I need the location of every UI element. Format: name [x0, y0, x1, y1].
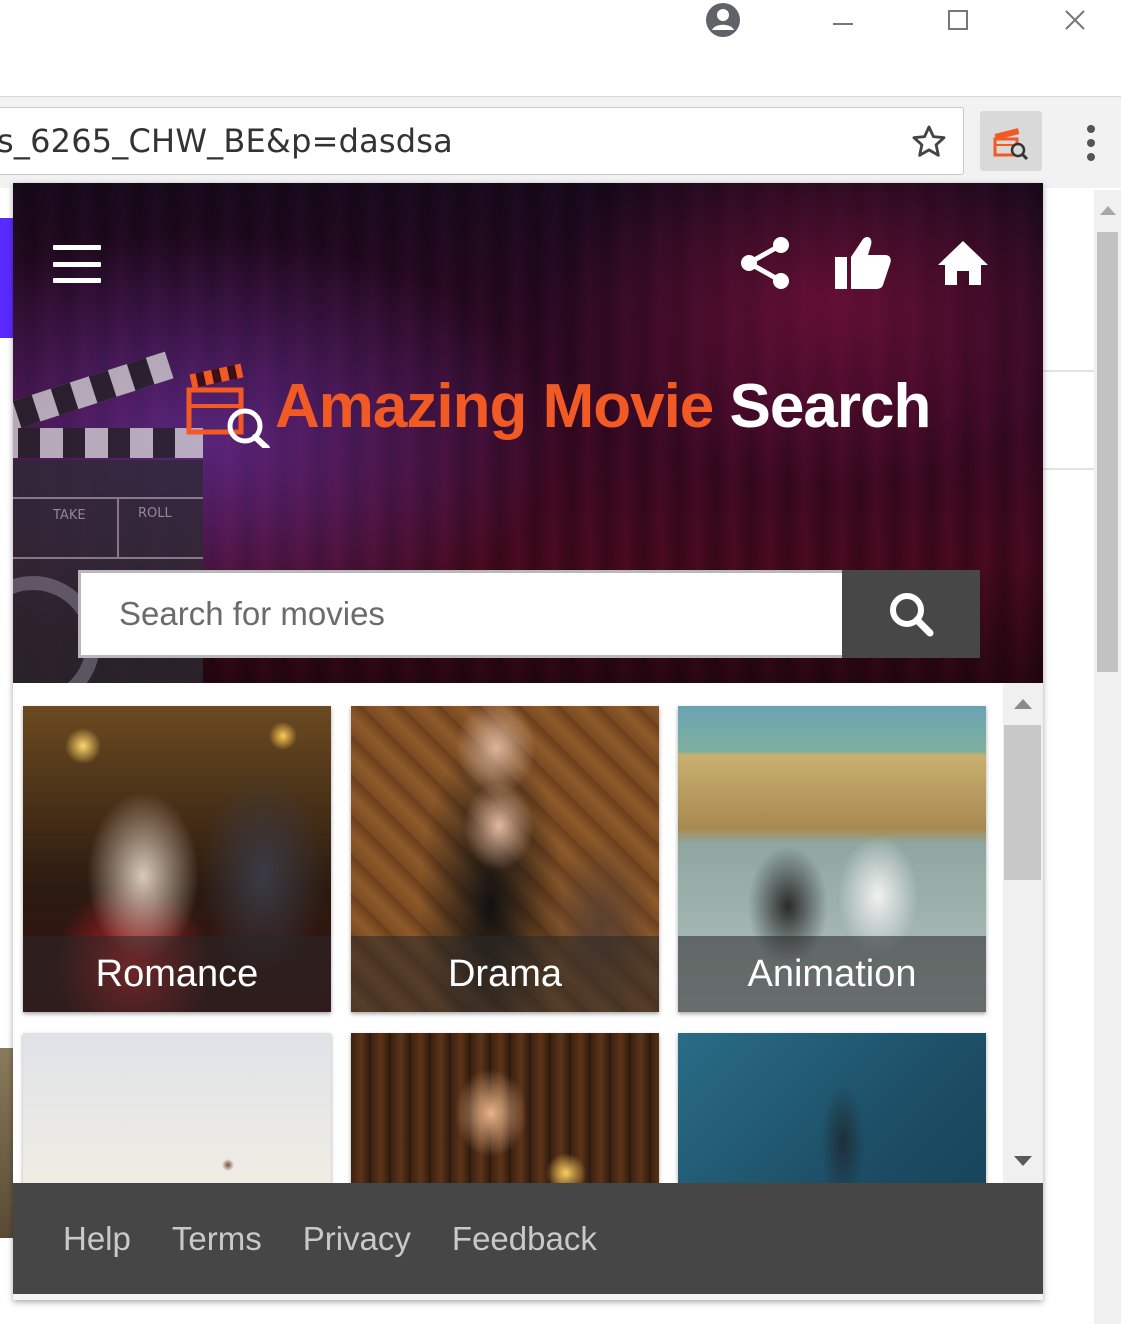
popup-footer: Help Terms Privacy Feedback [13, 1183, 1043, 1294]
divider [1043, 370, 1095, 372]
hamburger-icon[interactable] [53, 245, 101, 283]
genre-tile[interactable] [678, 1033, 986, 1183]
genre-label-bar: Animation [678, 936, 986, 1012]
popup-header: TAKE ROLL Amazing Movie Search Search fo… [13, 183, 1043, 683]
brand-title-part2: Search [729, 372, 932, 441]
star-icon[interactable] [907, 120, 951, 164]
address-bar[interactable]: s_6265_CHW_BE&p=dasdsa [0, 107, 964, 175]
extension-popup: TAKE ROLL Amazing Movie Search Search fo… [13, 183, 1043, 1300]
scrollbar-thumb[interactable] [1097, 232, 1118, 672]
genre-label: Drama [447, 952, 563, 995]
browser-toolbar: s_6265_CHW_BE&p=dasdsa [0, 96, 1121, 188]
search-button[interactable] [842, 570, 980, 658]
genre-tile-drama[interactable]: Drama [351, 706, 659, 1012]
genre-tile-romance[interactable]: Romance [23, 706, 331, 1012]
svg-text:ROLL: ROLL [138, 506, 173, 521]
home-icon[interactable] [933, 233, 993, 293]
close-icon[interactable] [1055, 0, 1095, 40]
underlying-page-fragment [0, 218, 14, 338]
movie-search-extension-button[interactable] [980, 111, 1042, 171]
movie-search-icon [993, 128, 1029, 161]
scroll-up-icon[interactable] [1014, 699, 1032, 709]
svg-text:TAKE: TAKE [52, 508, 86, 523]
search-input[interactable] [78, 570, 842, 658]
genre-label-bar: Romance [23, 936, 331, 1012]
genre-tile-animation[interactable]: Animation [678, 706, 986, 1012]
scrollbar-thumb[interactable] [1004, 725, 1041, 880]
more-vert-icon[interactable] [1072, 115, 1110, 171]
window-titlebar [0, 0, 1121, 96]
genre-tile[interactable] [23, 1033, 331, 1183]
search-icon [890, 593, 934, 637]
divider [1043, 468, 1095, 470]
movie-search-logo-icon [186, 363, 270, 448]
genre-label-bar: Drama [351, 936, 659, 1012]
footer-link-help[interactable]: Help [63, 1220, 131, 1258]
url-text[interactable]: s_6265_CHW_BE&p=dasdsa [0, 122, 453, 160]
maximize-icon[interactable] [938, 0, 978, 40]
footer-link-terms[interactable]: Terms [172, 1220, 262, 1258]
profile-icon[interactable] [703, 0, 743, 40]
genre-label: Animation [747, 952, 917, 995]
scroll-up-icon[interactable] [1100, 206, 1116, 215]
genre-tile[interactable] [351, 1033, 659, 1183]
thumbs-up-icon[interactable] [833, 233, 893, 293]
scroll-down-icon[interactable] [1014, 1156, 1032, 1166]
underlying-page-image [0, 1048, 13, 1238]
genre-grid-scrollbar[interactable] [1003, 683, 1043, 1183]
popup-bottom-edge [13, 1294, 1043, 1300]
footer-link-privacy[interactable]: Privacy [303, 1220, 411, 1258]
share-icon[interactable] [735, 233, 795, 293]
brand-title-part1: Amazing Movie [275, 372, 714, 441]
movie-search-bar [78, 570, 980, 658]
minimize-icon[interactable] [823, 0, 863, 40]
genre-grid: Romance Drama Animation [13, 683, 1043, 1183]
brand-title: Amazing Movie Search [275, 371, 932, 442]
genre-label: Romance [95, 952, 259, 995]
footer-link-feedback[interactable]: Feedback [452, 1220, 597, 1258]
page-scrollbar[interactable] [1094, 190, 1121, 1324]
